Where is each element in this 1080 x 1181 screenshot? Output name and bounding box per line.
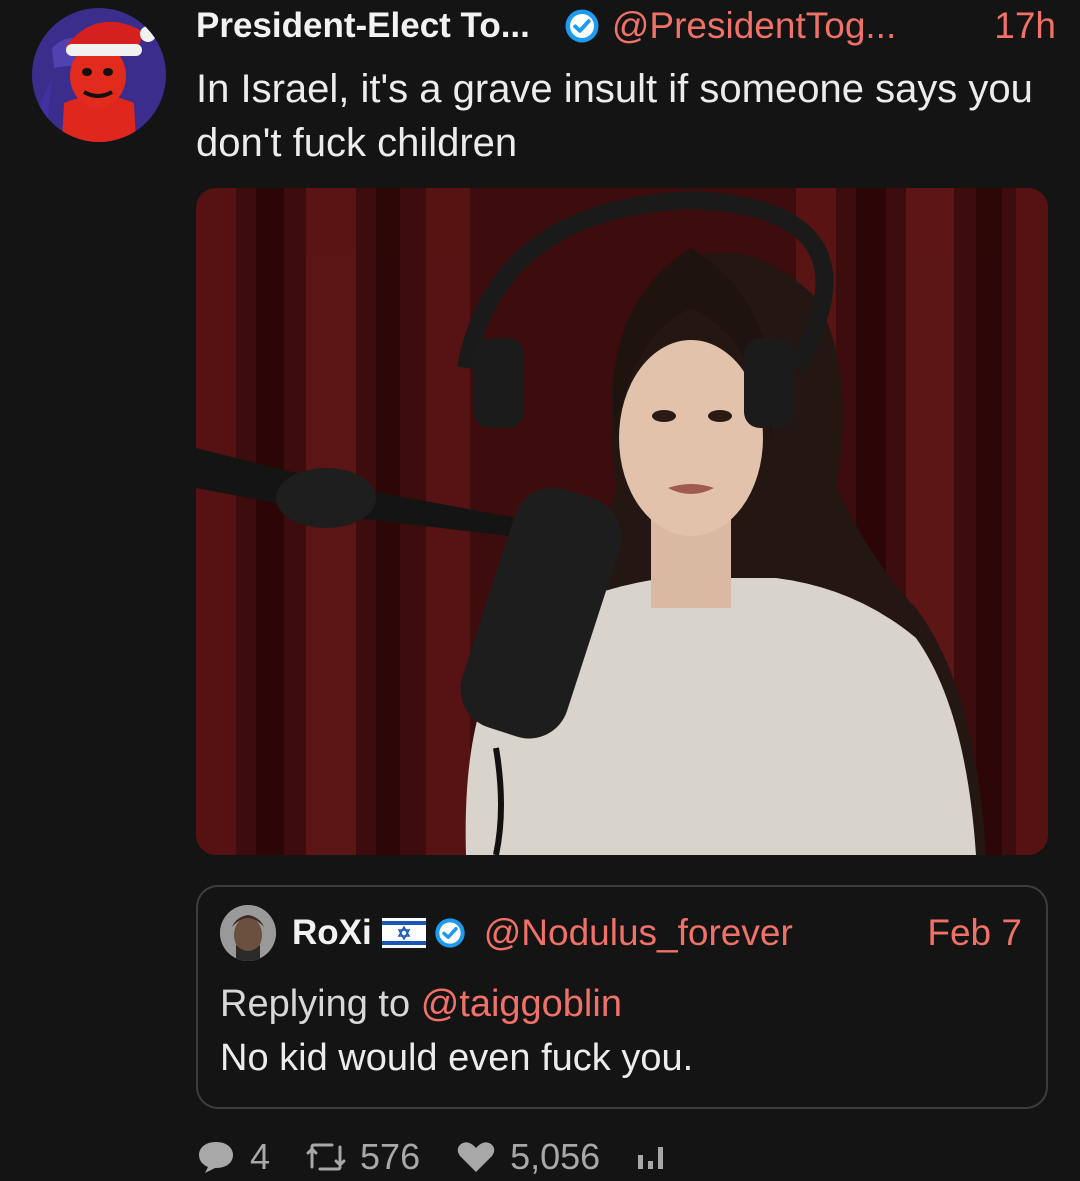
verified-badge-icon (564, 8, 600, 44)
replying-to-handle[interactable]: @taiggoblin (421, 983, 622, 1025)
heart-icon (457, 1142, 495, 1172)
author-avatar[interactable] (32, 8, 166, 142)
tweet-actions-bar: 4 576 5,056 (196, 1134, 716, 1180)
quoted-tweet[interactable]: RoXi @Nodulus_forever Feb 7 Replying to … (196, 885, 1048, 1109)
replying-to-line: Replying to @taiggoblin (220, 983, 622, 1026)
tweet-media-image[interactable] (196, 188, 1048, 855)
retweet-icon (306, 1143, 346, 1171)
like-count: 5,056 (510, 1136, 601, 1177)
reply-count: 4 (250, 1136, 271, 1177)
retweet-count: 576 (360, 1136, 421, 1177)
bar-chart-icon (638, 1147, 664, 1169)
retweet-button[interactable]: 576 (306, 1136, 420, 1178)
tweet-header: President-Elect To... @PresidentTog... 1… (196, 0, 1056, 52)
israel-flag-icon (381, 918, 426, 948)
quoted-author-avatar[interactable] (220, 905, 276, 961)
tweet-text: In Israel, it's a grave insult if someon… (196, 67, 1033, 165)
author-display-name[interactable]: President-Elect To... (196, 6, 530, 46)
author-handle[interactable]: @PresidentTog... (612, 5, 896, 47)
quoted-tweet-text: No kid would even fuck you. (220, 1037, 694, 1079)
quoted-author-handle[interactable]: @Nodulus_forever (484, 912, 793, 954)
analytics-button[interactable] (636, 1143, 680, 1171)
quoted-verified-badge-icon (434, 917, 466, 949)
replying-to-label: Replying to (220, 983, 411, 1025)
quoted-tweet-header: RoXi @Nodulus_forever Feb 7 (292, 905, 1022, 961)
reply-button[interactable]: 4 (196, 1136, 270, 1178)
like-button[interactable]: 5,056 (456, 1136, 600, 1178)
quoted-author-display-name[interactable]: RoXi (292, 913, 372, 953)
speech-bubble-icon (199, 1142, 233, 1173)
quoted-tweet-date[interactable]: Feb 7 (927, 912, 1022, 954)
tweet-timestamp[interactable]: 17h (994, 5, 1056, 47)
